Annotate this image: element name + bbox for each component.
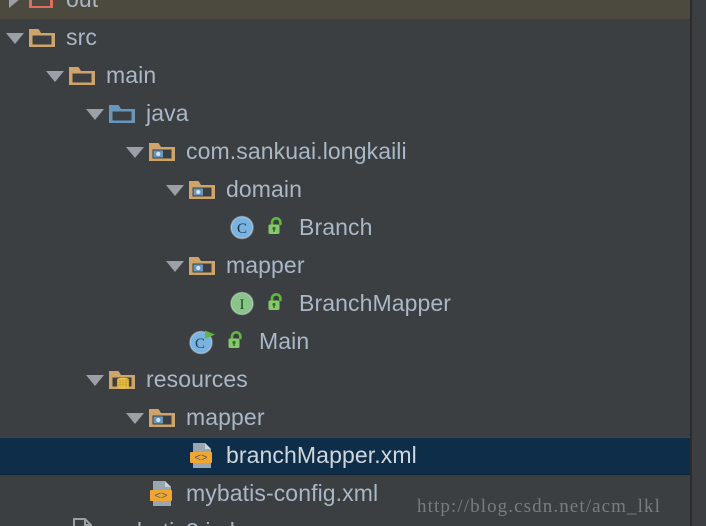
tree-row-label: main	[106, 61, 157, 88]
tree-row[interactable]: <> branchMapper.xml	[0, 437, 690, 475]
java-class-icon: C	[228, 213, 258, 243]
unlocked-padlock-icon	[266, 215, 290, 241]
xml-file-icon: <>	[148, 479, 178, 509]
unlocked-padlock-icon	[266, 291, 290, 317]
tree-indent-spacer	[0, 114, 82, 115]
tree-row[interactable]: out	[0, 0, 690, 19]
tree-row[interactable]: C Main	[0, 323, 690, 361]
unlocked-padlock-icon	[226, 329, 250, 355]
tree-row-label: src	[66, 23, 97, 50]
package-folder-icon	[148, 137, 178, 167]
watermark-text: http://blog.csdn.net/acm_lkl	[417, 496, 661, 517]
tree-row-label: Main	[259, 327, 310, 354]
tree-twisty-placeholder	[42, 513, 68, 526]
tree-indent-spacer	[0, 380, 82, 381]
source-root-folder-icon	[108, 99, 138, 129]
svg-text:<>: <>	[195, 452, 208, 464]
java-runnable-class-icon: C	[188, 327, 218, 357]
package-folder-icon	[188, 251, 218, 281]
tree-indent-spacer	[0, 456, 162, 457]
chevron-down-icon[interactable]	[82, 95, 108, 133]
tree-row[interactable]: mapper	[0, 247, 690, 285]
chevron-down-icon[interactable]	[162, 171, 188, 209]
chevron-down-icon[interactable]	[162, 247, 188, 285]
tree-twisty-placeholder	[162, 323, 188, 361]
tree-row[interactable]: main	[0, 57, 690, 95]
tree-row-label: com.sankuai.longkaili	[186, 137, 407, 164]
svg-text:C: C	[237, 221, 247, 237]
tree-row[interactable]: C Branch	[0, 209, 690, 247]
tree-twisty-placeholder	[162, 437, 188, 475]
tree-row-label: mybatis-config.xml	[186, 479, 379, 506]
folder-icon	[68, 61, 98, 91]
svg-text:<>: <>	[155, 490, 168, 502]
tree-row-label: BranchMapper	[299, 289, 452, 316]
tree-indent-spacer	[0, 304, 202, 305]
tree-row[interactable]: domain	[0, 171, 690, 209]
package-folder-icon	[148, 403, 178, 433]
tree-indent-spacer	[0, 418, 122, 419]
tree-indent-spacer	[0, 342, 162, 343]
tree-indent-spacer	[0, 494, 122, 495]
chevron-down-icon[interactable]	[122, 399, 148, 437]
project-tree-panel[interactable]: out srcmain java com.sankuai.longkaili domai…	[0, 0, 706, 526]
tree-row-label: mapper	[226, 251, 305, 278]
tree-row-label: java	[146, 99, 189, 126]
tree-row[interactable]: mapper	[0, 399, 690, 437]
chevron-down-icon[interactable]	[2, 19, 28, 57]
tree-row-label: resources	[146, 365, 248, 392]
tree-row-label: Branch	[299, 213, 373, 240]
resources-root-folder-icon	[108, 365, 138, 395]
tree-twisty-placeholder	[122, 475, 148, 513]
tree-row-label: mybatis3.iml	[106, 519, 235, 526]
tree-indent-spacer	[0, 266, 162, 267]
xml-file-icon: <>	[188, 441, 218, 471]
chevron-right-icon[interactable]	[2, 0, 28, 19]
svg-text:C: C	[195, 336, 205, 352]
tree-indent-spacer	[0, 228, 202, 229]
tree-row-label: mapper	[186, 403, 265, 430]
tree-row-label: branchMapper.xml	[226, 441, 417, 468]
tree-twisty-placeholder	[202, 285, 228, 323]
tree-indent-spacer	[0, 190, 162, 191]
tree-row[interactable]: resources	[0, 361, 690, 399]
tree-row[interactable]: java	[0, 95, 690, 133]
tree-row-label: domain	[226, 175, 303, 202]
tree-row-label: out	[66, 0, 98, 13]
tree-indent-spacer	[0, 76, 42, 77]
chevron-down-icon[interactable]	[122, 133, 148, 171]
tree-row[interactable]: I BranchMapper	[0, 285, 690, 323]
tree-scrollbar-track[interactable]	[690, 0, 706, 526]
tree-row[interactable]: com.sankuai.longkaili	[0, 133, 690, 171]
svg-text:I: I	[240, 297, 245, 313]
folder-excluded-icon	[28, 0, 58, 15]
tree-twisty-placeholder	[202, 209, 228, 247]
tree-indent-spacer	[0, 152, 122, 153]
chevron-down-icon[interactable]	[42, 57, 68, 95]
tree-row[interactable]: src	[0, 19, 690, 57]
file-icon	[68, 517, 98, 526]
chevron-down-icon[interactable]	[82, 361, 108, 399]
java-interface-icon: I	[228, 289, 258, 319]
package-folder-icon	[188, 175, 218, 205]
folder-icon	[28, 23, 58, 53]
